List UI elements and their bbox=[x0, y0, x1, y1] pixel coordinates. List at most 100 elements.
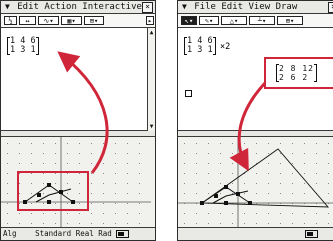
grid-dot bbox=[196, 163, 197, 164]
grid-dot bbox=[7, 153, 8, 154]
grid-dot bbox=[244, 163, 245, 164]
grid-dot bbox=[43, 223, 44, 224]
grid-dot bbox=[103, 213, 104, 214]
graph-window[interactable] bbox=[178, 137, 333, 229]
menu-interactive[interactable]: Interactive bbox=[82, 2, 142, 12]
graph-window[interactable] bbox=[1, 137, 155, 229]
grid-dot bbox=[328, 153, 329, 154]
scalar-multiplier: ×2 bbox=[220, 42, 231, 52]
cursor-box[interactable] bbox=[185, 90, 192, 97]
grid-dot bbox=[43, 153, 44, 154]
menu-draw[interactable]: Draw bbox=[276, 2, 298, 12]
grid-dot bbox=[115, 143, 116, 144]
menu-file[interactable]: File bbox=[194, 2, 216, 12]
menu-edit[interactable]: Edit bbox=[221, 2, 243, 12]
grid-dot bbox=[31, 143, 32, 144]
matrix-cell: 2 bbox=[302, 73, 309, 82]
grid-dot bbox=[328, 143, 329, 144]
grid-dot bbox=[55, 213, 56, 214]
grid-dot bbox=[115, 213, 116, 214]
grid-dot bbox=[280, 193, 281, 194]
grid-dot bbox=[184, 153, 185, 154]
scroll-up-icon[interactable]: ▲ bbox=[148, 29, 155, 36]
main-work-area[interactable]: 1 4 6 1 3 1 ×2 2 8 12 2 6 2 bbox=[178, 28, 333, 131]
grid-dot bbox=[208, 213, 209, 214]
grid-dot bbox=[31, 213, 32, 214]
battery-icon bbox=[116, 230, 130, 238]
scrollbar[interactable]: ▲ ▼ bbox=[147, 28, 155, 131]
grid-dot bbox=[31, 163, 32, 164]
grid-dot bbox=[19, 183, 20, 184]
grid-dot bbox=[244, 193, 245, 194]
menu-edit[interactable]: Edit bbox=[17, 2, 39, 12]
grid-dot bbox=[208, 173, 209, 174]
menu-arrow-icon[interactable]: ⊞▾ bbox=[84, 16, 104, 25]
grid-dot bbox=[91, 183, 92, 184]
grid-dot bbox=[91, 203, 92, 204]
grid-dot bbox=[304, 213, 305, 214]
grid-dot bbox=[127, 143, 128, 144]
grid-dot bbox=[7, 183, 8, 184]
scroll-down-icon[interactable]: ▼ bbox=[148, 123, 155, 130]
grid-dot bbox=[316, 183, 317, 184]
grid-dot bbox=[55, 173, 56, 174]
grid-dot bbox=[328, 183, 329, 184]
matrix-cell: 3 bbox=[197, 45, 203, 55]
grid-dot bbox=[115, 183, 116, 184]
grid-icon[interactable]: ⊞▾ bbox=[277, 16, 303, 25]
grid-dot bbox=[7, 143, 8, 144]
grid-dot bbox=[328, 173, 329, 174]
triangle-icon[interactable]: △▾ bbox=[221, 16, 247, 25]
grid-dot bbox=[220, 143, 221, 144]
status-mode-real[interactable]: Real bbox=[76, 229, 94, 238]
grid-dot bbox=[328, 163, 329, 164]
grid-dot bbox=[103, 193, 104, 194]
left-calculator-screen: ▼ Edit Action Interactive × ½ ↔ ∿▾ ▦▾ ⊞▾… bbox=[0, 0, 156, 241]
grid-dot bbox=[220, 183, 221, 184]
grid-dot bbox=[31, 183, 32, 184]
matrix-row: 1 3 1 bbox=[187, 46, 213, 55]
main-work-area[interactable]: 1 4 6 1 3 1 bbox=[1, 28, 147, 131]
grid-dot bbox=[19, 153, 20, 154]
matrix-cell: 8 bbox=[290, 64, 297, 73]
grid-dot bbox=[31, 203, 32, 204]
grid-dot bbox=[196, 173, 197, 174]
grid-dot bbox=[7, 163, 8, 164]
grid-dot bbox=[268, 173, 269, 174]
grid-dot bbox=[184, 213, 185, 214]
menu-action[interactable]: Action bbox=[44, 2, 77, 12]
grid-dot bbox=[19, 173, 20, 174]
grid-dot bbox=[139, 163, 140, 164]
fraction-icon[interactable]: ½ bbox=[4, 16, 17, 25]
grid-dot bbox=[268, 143, 269, 144]
table-icon[interactable]: ▦▾ bbox=[61, 16, 82, 25]
grid-dot bbox=[196, 143, 197, 144]
grid-dot bbox=[220, 223, 221, 224]
grid-dot bbox=[55, 223, 56, 224]
axes-icon[interactable]: ┴▾ bbox=[249, 16, 275, 25]
down-triangle-icon[interactable]: ▼ bbox=[182, 1, 187, 13]
menu-view[interactable]: View bbox=[248, 2, 270, 12]
grid-dot bbox=[304, 223, 305, 224]
right-arrow-icon[interactable]: ▸ bbox=[146, 16, 154, 25]
close-icon[interactable]: × bbox=[142, 2, 153, 13]
select-arrow-icon[interactable]: ↖▾ bbox=[181, 16, 197, 25]
grid-dot bbox=[256, 213, 257, 214]
grid-dot bbox=[244, 183, 245, 184]
matrix-drag-icon[interactable]: ↔ bbox=[19, 16, 36, 25]
grid-dot bbox=[79, 143, 80, 144]
status-mode-rad[interactable]: Rad bbox=[98, 229, 112, 238]
grid-dot bbox=[316, 223, 317, 224]
grid-dot bbox=[256, 193, 257, 194]
status-mode-standard[interactable]: Standard bbox=[35, 229, 71, 238]
down-triangle-icon[interactable]: ▼ bbox=[5, 1, 10, 13]
grid-dot bbox=[67, 223, 68, 224]
grid-dot bbox=[280, 163, 281, 164]
status-mode-alg[interactable]: Alg bbox=[3, 229, 17, 238]
close-icon[interactable]: × bbox=[328, 2, 333, 13]
grid-dot bbox=[67, 153, 68, 154]
graph-icon[interactable]: ∿▾ bbox=[38, 16, 59, 25]
menu-bar: ▼ Edit Action Interactive × bbox=[1, 1, 155, 14]
pen-icon[interactable]: ✎▾ bbox=[199, 16, 219, 25]
grid-dot bbox=[91, 193, 92, 194]
